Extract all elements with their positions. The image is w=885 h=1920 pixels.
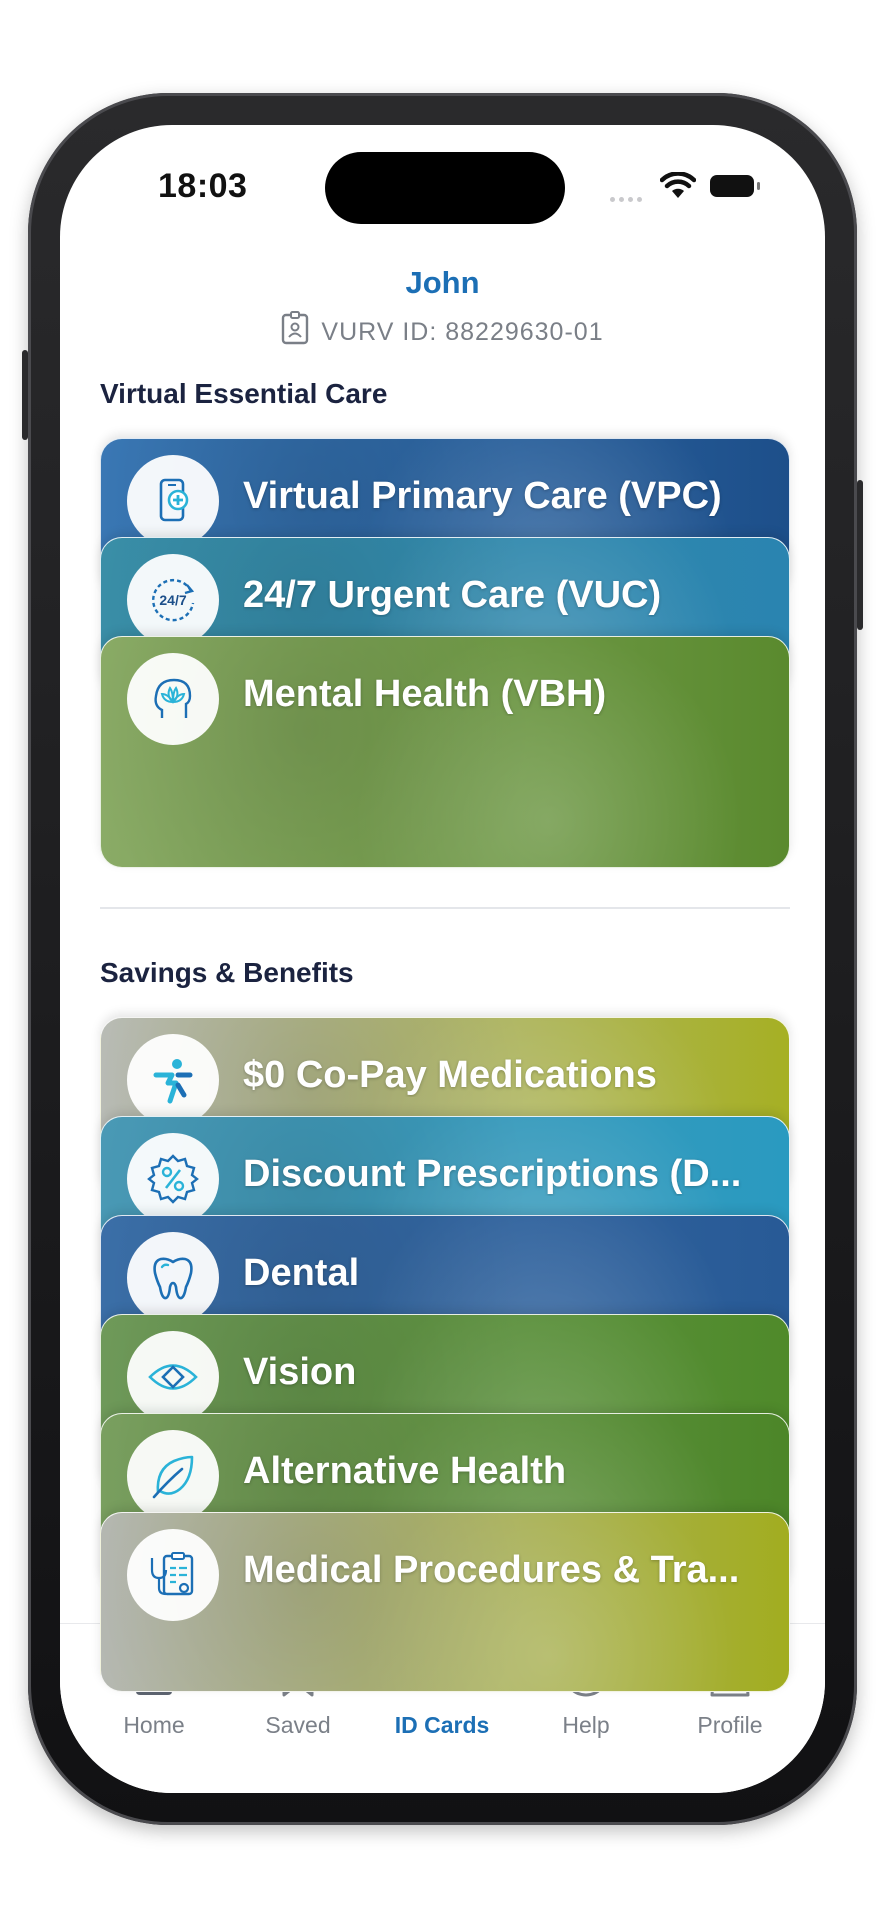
card-label: Alternative Health: [243, 1450, 567, 1492]
card-label: Dental: [243, 1252, 360, 1294]
side-button-left: [22, 350, 28, 440]
tooth-icon: [127, 1232, 219, 1324]
cellular-signal-icon: [610, 189, 646, 207]
side-button-right: [857, 480, 863, 630]
battery-icon: [710, 175, 760, 197]
member-id-text: VURV ID: 88229630-01: [321, 318, 604, 347]
lotus-head-icon: [127, 653, 219, 745]
section-title-savings: Savings & Benefits: [100, 957, 354, 988]
leaf-icon: [127, 1430, 219, 1522]
phone-medical-icon: [127, 455, 219, 547]
card-label: Virtual Primary Care (VPC): [243, 475, 722, 517]
tab-label: Saved: [265, 1712, 331, 1738]
status-time: 18:03: [158, 167, 248, 205]
tab-label: Profile: [697, 1712, 763, 1738]
id-badge-icon: [281, 311, 309, 352]
savings-stack: $0 Co-Pay Medications Discount Prescript…: [100, 1017, 790, 1692]
percent-badge-icon: [127, 1133, 219, 1225]
dynamic-island: [325, 152, 565, 224]
card-medical-procedures[interactable]: Medical Procedures & Tra...: [100, 1512, 790, 1692]
section-divider: [100, 907, 790, 909]
card-mental-health[interactable]: Mental Health (VBH): [100, 636, 790, 868]
card-label: $0 Co-Pay Medications: [243, 1054, 657, 1096]
card-label: Discount Prescriptions (D...: [243, 1153, 742, 1195]
clipboard-stethoscope-icon: [127, 1529, 219, 1621]
user-name: John: [405, 265, 480, 300]
eye-icon: [127, 1331, 219, 1423]
svg-text:24/7: 24/7: [159, 592, 186, 608]
medical-person-icon: [127, 1034, 219, 1126]
app-screen: 18:03 John VURV ID: 88229630-01 Virtual …: [60, 125, 825, 1793]
virtual-care-stack: Virtual Primary Care (VPC) 24/7 24/7 Urg…: [100, 438, 790, 868]
card-label: Medical Procedures & Tra...: [243, 1549, 740, 1591]
tab-label: Home: [123, 1712, 185, 1738]
tab-label: ID Cards: [394, 1712, 490, 1738]
tab-label: Help: [562, 1712, 610, 1738]
wifi-icon: [659, 171, 697, 205]
card-label: Vision: [243, 1351, 357, 1393]
card-label: 24/7 Urgent Care (VUC): [243, 574, 662, 616]
section-title-virtual-care: Virtual Essential Care: [100, 378, 388, 409]
clock-24-7-icon: 24/7: [127, 554, 219, 646]
card-label: Mental Health (VBH): [243, 673, 607, 715]
status-bar: 18:03: [60, 125, 825, 235]
member-id-row: VURV ID: 88229630-01: [60, 311, 825, 352]
